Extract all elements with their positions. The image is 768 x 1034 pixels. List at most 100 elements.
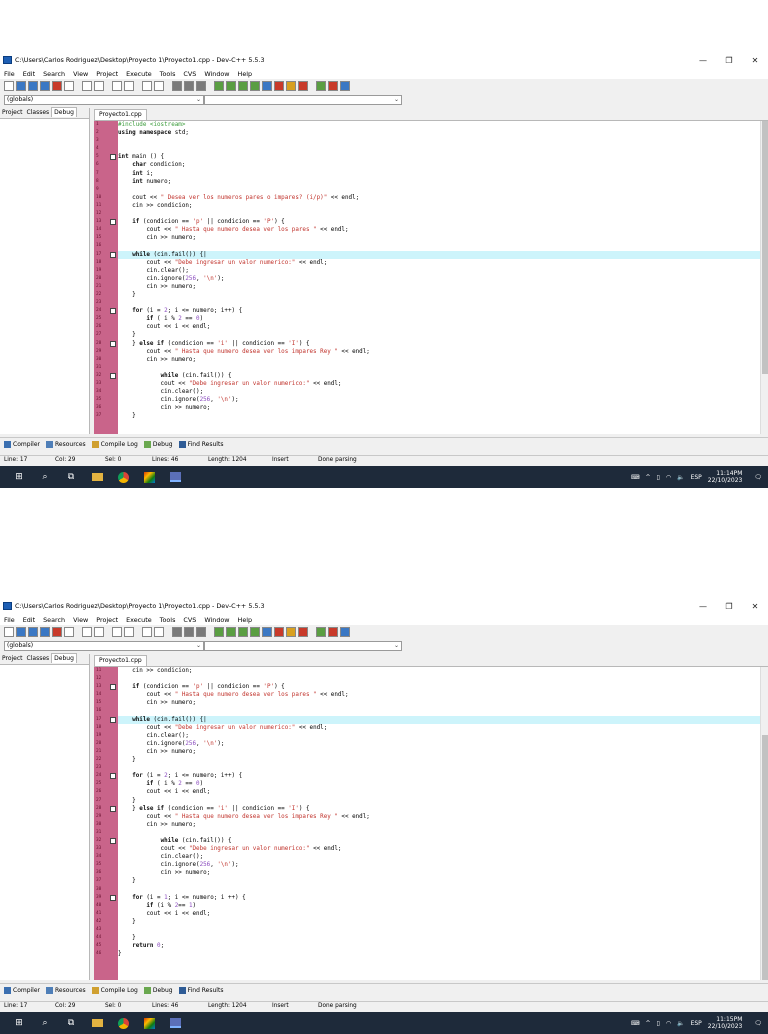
compile-icon[interactable] — [214, 627, 224, 637]
wifi-icon[interactable]: ◠ — [666, 474, 671, 481]
code-line[interactable]: cin >> condicion; — [118, 202, 760, 210]
code-line[interactable]: cin >> numero; — [118, 356, 760, 364]
indent-icon[interactable] — [142, 627, 152, 637]
code-line[interactable]: cin.clear(); — [118, 267, 760, 275]
code-line[interactable] — [118, 186, 760, 194]
code-line[interactable]: cout << "Debe ingresar un valor numerico… — [118, 380, 760, 388]
keyboard-icon[interactable]: ⌨ — [631, 474, 640, 481]
close-file-icon[interactable] — [52, 81, 62, 91]
keyboard-icon[interactable]: ⌨ — [631, 1020, 640, 1027]
code-line[interactable]: #include <iostream> — [118, 121, 760, 129]
devcpp-taskbar-icon[interactable] — [168, 1016, 182, 1030]
code-line[interactable] — [118, 145, 760, 153]
code-line[interactable]: int numero; — [118, 178, 760, 186]
volume-icon[interactable]: 🔈 — [677, 1020, 684, 1027]
search-icon[interactable]: ⌕ — [38, 1016, 52, 1030]
rebuild-icon[interactable] — [250, 81, 260, 91]
code-line[interactable]: for (i = 2; i <= numero; i++) { — [118, 307, 760, 315]
open-icon[interactable] — [16, 627, 26, 637]
debug-icon[interactable] — [298, 627, 308, 637]
devcpp-taskbar-icon[interactable] — [168, 470, 182, 484]
vertical-scrollbar[interactable] — [760, 667, 768, 980]
menu-window[interactable]: Window — [204, 616, 229, 624]
code-line[interactable] — [118, 364, 760, 372]
scrollbar-thumb[interactable] — [762, 121, 768, 374]
fold-toggle-icon[interactable] — [110, 684, 116, 691]
code-line[interactable]: if ( i % 2 == 0) — [118, 315, 760, 323]
menu-edit[interactable]: Edit — [23, 616, 35, 624]
fold-toggle-icon[interactable] — [110, 154, 116, 161]
stop-execution-icon[interactable] — [274, 81, 284, 91]
bookmark-icon[interactable] — [196, 81, 206, 91]
code-line[interactable]: cout << " Hasta que numero desea ver los… — [118, 813, 760, 821]
editor-tab-proyecto1[interactable]: Proyecto1.cpp — [94, 655, 147, 666]
clock[interactable]: 11:15PM 22/10/2023 — [708, 1016, 749, 1030]
language-indicator[interactable]: ESP — [691, 474, 702, 481]
code-line[interactable]: using namespace std; — [118, 129, 760, 137]
code-line[interactable]: cin >> numero; — [118, 404, 760, 412]
fold-toggle-icon[interactable] — [110, 773, 116, 780]
code-line[interactable]: if (condicion == 'p' || condicion == 'P'… — [118, 218, 760, 226]
new-file-icon[interactable] — [4, 81, 14, 91]
tab-find-results[interactable]: Find Results — [178, 440, 223, 448]
code-line[interactable]: } — [118, 756, 760, 764]
compile-run-icon[interactable] — [238, 81, 248, 91]
rebuild-icon[interactable] — [250, 627, 260, 637]
menu-view[interactable]: View — [73, 616, 88, 624]
code-line[interactable]: } else if (condicion == 'i' || condicion… — [118, 340, 760, 348]
tab-compile-log[interactable]: Compile Log — [91, 986, 138, 994]
code-line[interactable]: if ( i % 2 == 0) — [118, 780, 760, 788]
code-line[interactable]: cin.clear(); — [118, 853, 760, 861]
menu-help[interactable]: Help — [238, 616, 253, 624]
notifications-icon[interactable]: 🗨 — [754, 474, 762, 481]
about-icon[interactable] — [340, 627, 350, 637]
menu-project[interactable]: Project — [96, 616, 118, 624]
volume-icon[interactable]: 🔈 — [677, 474, 684, 481]
tab-resources[interactable]: Resources — [46, 440, 86, 448]
colorful-app-icon[interactable] — [142, 470, 156, 484]
code-line[interactable] — [118, 299, 760, 307]
bookmark-icon[interactable] — [196, 627, 206, 637]
code-line[interactable]: cout << " Hasta que numero desea ver los… — [118, 226, 760, 234]
windows-start-icon[interactable]: ⊞ — [12, 1016, 26, 1030]
code-line[interactable]: cin >> numero; — [118, 821, 760, 829]
tab-debug-output[interactable]: Debug — [143, 440, 173, 448]
chrome-icon[interactable] — [116, 470, 130, 484]
code-line[interactable]: cin.clear(); — [118, 732, 760, 740]
code-line[interactable]: if (condicion == 'p' || condicion == 'P'… — [118, 683, 760, 691]
code-line[interactable]: cin >> numero; — [118, 699, 760, 707]
code-line[interactable]: int main () { — [118, 153, 760, 161]
project-options-icon[interactable] — [286, 81, 296, 91]
members-combo[interactable]: ⌄ — [204, 641, 402, 651]
code-line[interactable]: while (cin.fail()) {| — [118, 715, 760, 724]
save-icon[interactable] — [28, 627, 38, 637]
code-line[interactable] — [118, 886, 760, 894]
menu-window[interactable]: Window — [204, 70, 229, 78]
tab-compiler[interactable]: Compiler — [4, 440, 40, 448]
tab-find-results[interactable]: Find Results — [178, 986, 223, 994]
tab-project[interactable]: Project — [0, 108, 25, 118]
check-syntax-icon[interactable] — [262, 81, 272, 91]
editor-tab-proyecto1[interactable]: Proyecto1.cpp — [94, 109, 147, 120]
restore-button[interactable]: ❐ — [716, 598, 742, 614]
scrollbar-thumb[interactable] — [762, 735, 768, 980]
fold-toggle-icon[interactable] — [110, 716, 116, 723]
replace-icon[interactable] — [124, 81, 134, 91]
delete-class-icon[interactable] — [328, 81, 338, 91]
windows-start-icon[interactable]: ⊞ — [12, 470, 26, 484]
globals-combo[interactable]: (globals) ⌄ — [4, 95, 204, 105]
goto-back-icon[interactable] — [172, 81, 182, 91]
code-line[interactable]: cin >> numero; — [118, 283, 760, 291]
code-line[interactable]: while (cin.fail()) { — [118, 372, 760, 380]
code-line[interactable] — [118, 707, 760, 715]
code-line[interactable]: cout << i << endl; — [118, 323, 760, 331]
code-line[interactable]: cout << "Debe ingresar un valor numerico… — [118, 724, 760, 732]
tab-debug[interactable]: Debug — [51, 653, 77, 663]
goto-forward-icon[interactable] — [184, 627, 194, 637]
run-icon[interactable] — [226, 627, 236, 637]
code-line[interactable] — [118, 137, 760, 145]
code-line[interactable]: } — [118, 291, 760, 299]
members-combo[interactable]: ⌄ — [204, 95, 402, 105]
colorful-app-icon[interactable] — [142, 1016, 156, 1030]
code-line[interactable]: int i; — [118, 170, 760, 178]
